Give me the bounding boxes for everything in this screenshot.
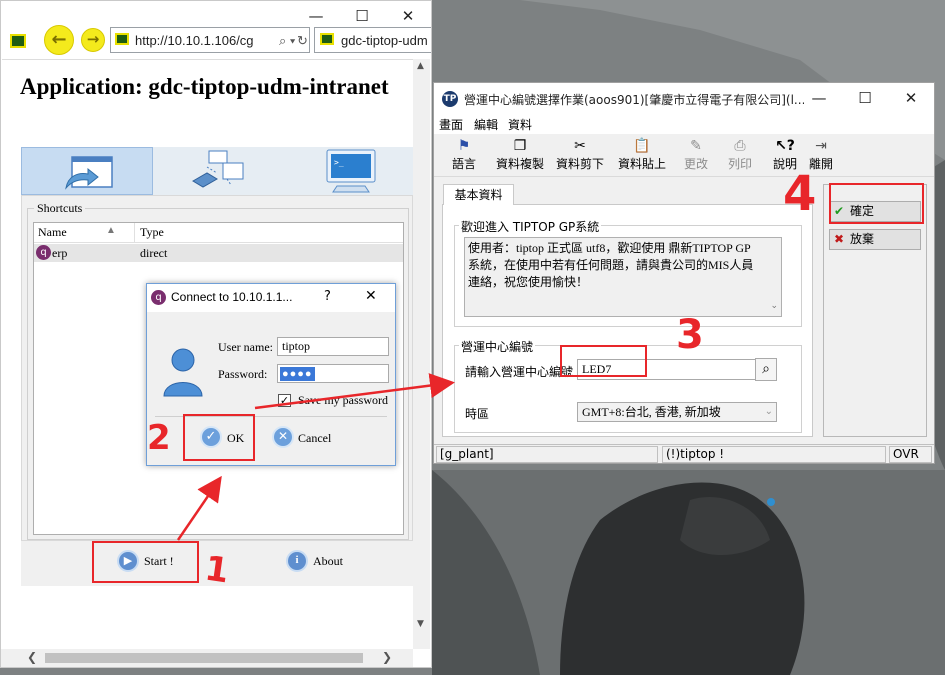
annotation-step-3: 3	[676, 312, 704, 358]
annotation-arrows	[176, 373, 455, 541]
arrow-ok-to-erp	[254, 373, 455, 410]
annotation-step-2: 2	[147, 418, 171, 458]
annotation-step-4: 4	[783, 166, 817, 222]
arrow-start-to-ok	[176, 475, 222, 541]
